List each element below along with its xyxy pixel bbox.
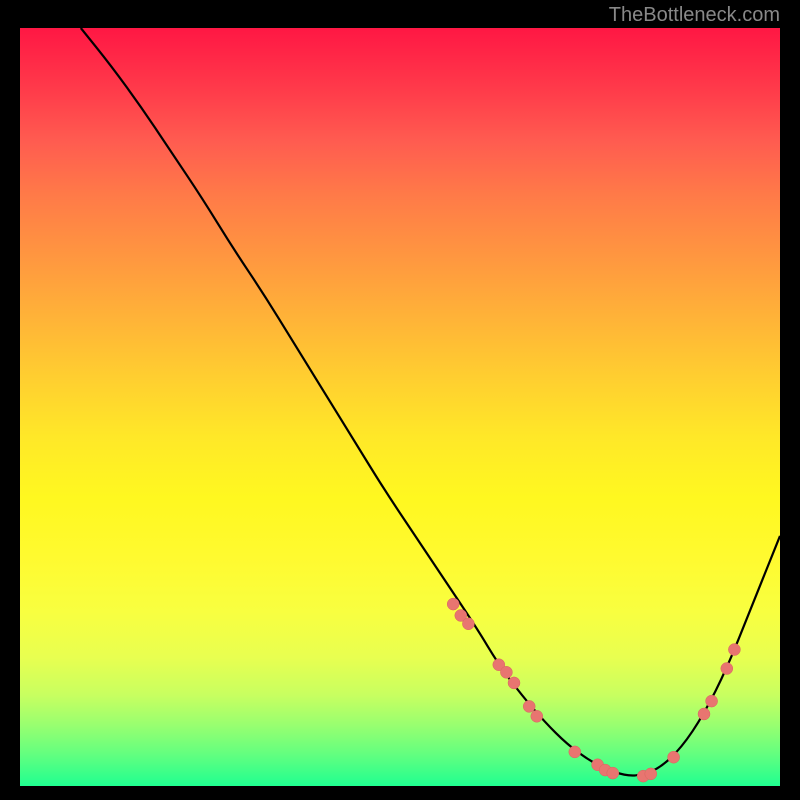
data-marker [531, 710, 543, 722]
data-marker [728, 644, 740, 656]
data-markers [447, 598, 740, 782]
data-marker [668, 751, 680, 763]
data-marker [607, 767, 619, 779]
data-marker [698, 708, 710, 720]
data-marker [569, 746, 581, 758]
data-marker [523, 700, 535, 712]
data-marker [447, 598, 459, 610]
data-marker [500, 666, 512, 678]
data-marker [706, 695, 718, 707]
data-marker [508, 677, 520, 689]
chart-svg [20, 28, 780, 786]
plot-area [20, 28, 780, 786]
data-marker [721, 663, 733, 675]
data-marker [645, 768, 657, 780]
watermark-text: TheBottleneck.com [609, 4, 780, 27]
bottleneck-curve [81, 28, 780, 775]
data-marker [462, 618, 474, 630]
